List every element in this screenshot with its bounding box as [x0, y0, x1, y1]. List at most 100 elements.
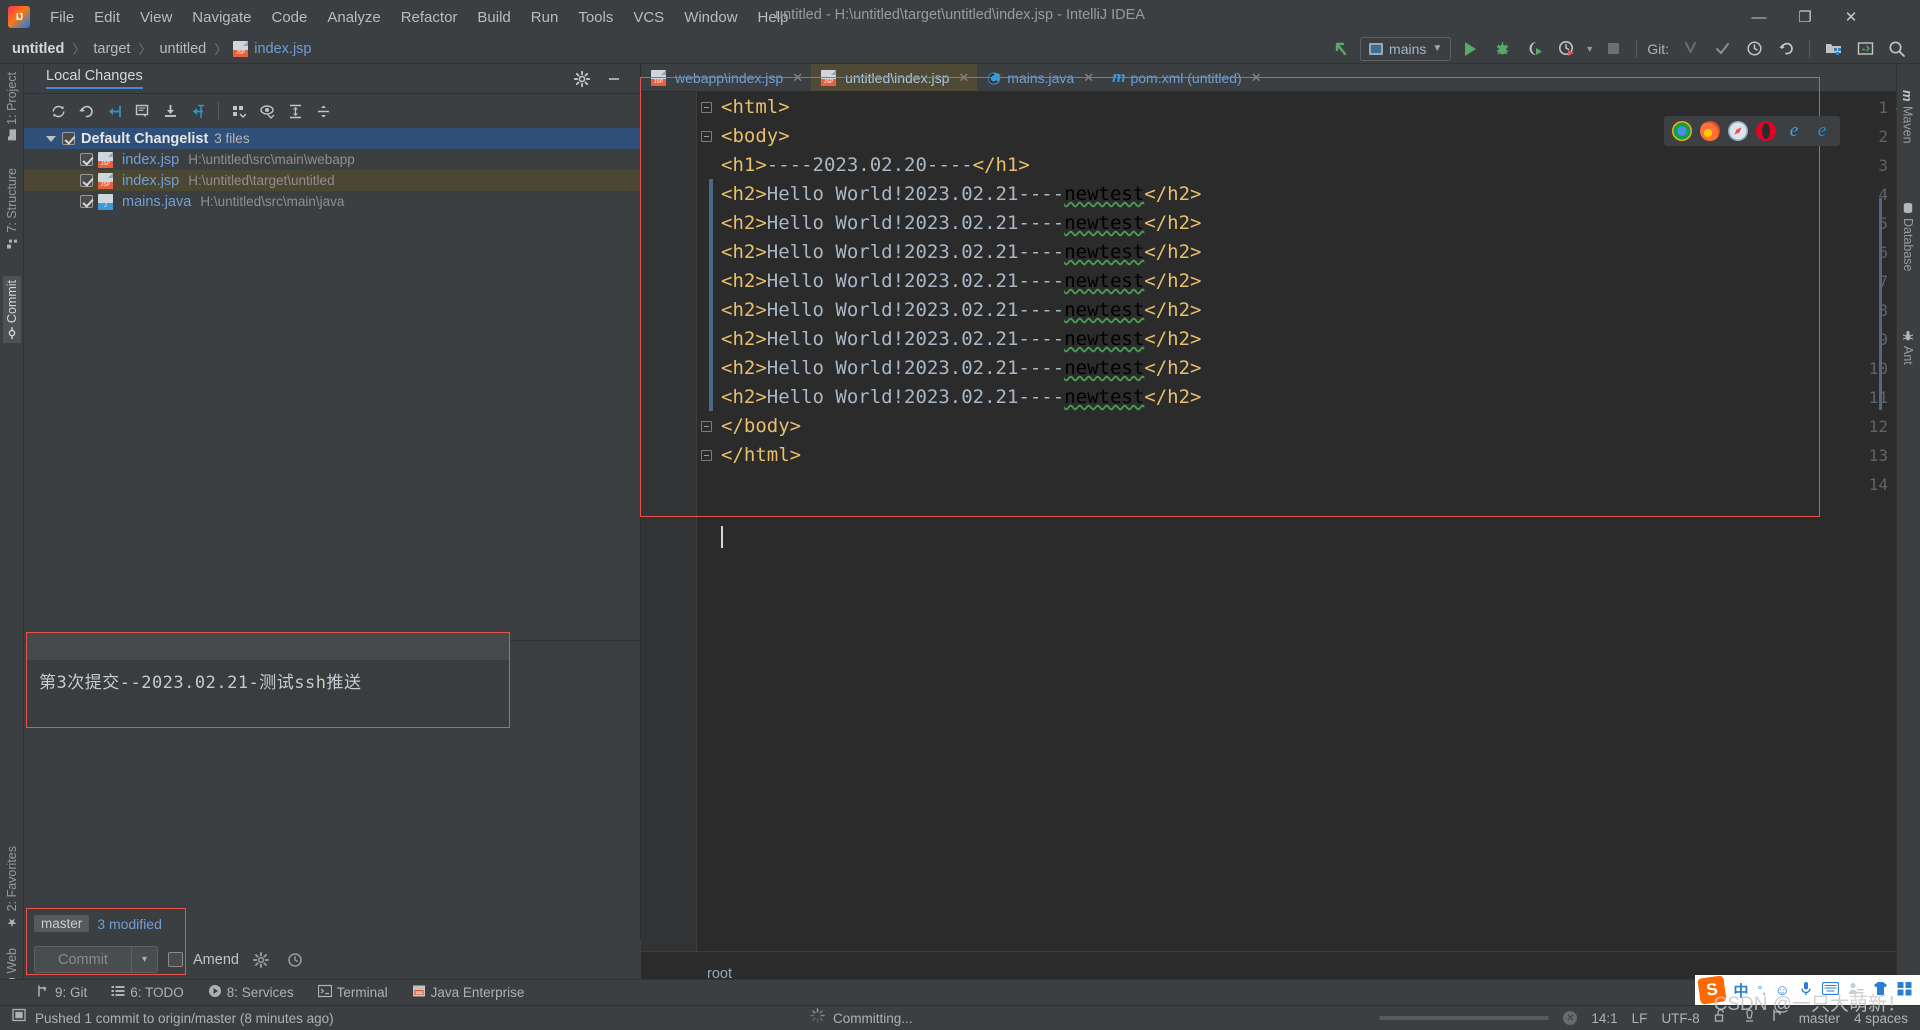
menu-item-view[interactable]: View	[130, 6, 182, 29]
tool-window-button-todo[interactable]: 6: TODO	[99, 984, 196, 1001]
show-diff-icon[interactable]	[130, 99, 154, 123]
inspector-icon[interactable]	[1742, 1008, 1757, 1028]
breadcrumb-item-2[interactable]: untitled	[157, 41, 208, 57]
commit-check-icon[interactable]	[1709, 37, 1735, 61]
run-coverage-icon[interactable]	[1521, 37, 1547, 61]
history-icon[interactable]	[1741, 37, 1767, 61]
chrome-icon[interactable]	[1672, 121, 1692, 141]
menu-item-window[interactable]: Window	[674, 6, 747, 29]
branch-chip[interactable]: master	[34, 915, 90, 932]
punctuation-icon[interactable]: °,	[1758, 983, 1766, 997]
history-icon[interactable]	[283, 948, 307, 972]
file-checkbox[interactable]	[80, 174, 93, 187]
menu-item-navigate[interactable]: Navigate	[182, 6, 261, 29]
tool-window-button-services[interactable]: 8: Services	[196, 984, 306, 1001]
collapse-all-icon[interactable]	[311, 99, 335, 123]
tab-local-changes[interactable]: Local Changes	[46, 68, 143, 89]
breadcrumb-item-1[interactable]: target	[91, 41, 132, 57]
shelve-silently-icon[interactable]	[102, 99, 126, 123]
code-line[interactable]: <h1>----2023.02.20----</h1>	[721, 151, 1030, 180]
gear-icon[interactable]	[570, 67, 594, 91]
event-log-icon[interactable]	[12, 1008, 27, 1028]
code-line[interactable]: <html>	[721, 93, 790, 122]
skin-icon[interactable]	[1873, 981, 1888, 1000]
sidebar-item-structure[interactable]: 7: Structure	[3, 164, 21, 253]
code-line[interactable]: <h2>Hello World!2023.02.21----newtest</h…	[721, 180, 1201, 209]
rollback-icon[interactable]	[1773, 37, 1799, 61]
menu-item-vcs[interactable]: VCS	[623, 6, 674, 29]
sidebar-item-database[interactable]: Database	[1899, 198, 1917, 276]
list-item[interactable]: mains.java H:\untitled\src\main\java	[24, 191, 640, 212]
chevron-down-icon[interactable]	[46, 135, 56, 142]
close-icon[interactable]: ✕	[958, 70, 969, 86]
git-branch-icon[interactable]	[1771, 1008, 1785, 1028]
sidebar-item-ant[interactable]: Ant	[1899, 326, 1917, 369]
refresh-icon[interactable]	[46, 99, 70, 123]
maximize-button[interactable]: ❐	[1782, 0, 1828, 34]
list-item[interactable]: index.jsp H:\untitled\target\untitled	[24, 170, 640, 191]
close-icon[interactable]: ✕	[1251, 70, 1262, 86]
changelist-row[interactable]: Default Changelist 3 files	[24, 128, 640, 149]
fold-marker-icon[interactable]	[701, 421, 712, 432]
code-line[interactable]: <h2>Hello World!2023.02.21----newtest</h…	[721, 325, 1201, 354]
close-icon[interactable]: ✕	[1083, 70, 1094, 86]
shelve-icon[interactable]	[186, 99, 210, 123]
tool-window-button-terminal[interactable]: Terminal	[306, 984, 400, 1001]
current-branch[interactable]: master	[1799, 1011, 1840, 1026]
run-icon[interactable]	[1457, 37, 1483, 61]
search-everywhere-icon[interactable]	[1884, 37, 1910, 61]
sogou-logo-icon[interactable]: S	[1696, 975, 1727, 1005]
fold-marker-icon[interactable]	[701, 131, 712, 142]
cancel-icon[interactable]: ✕	[1563, 1011, 1578, 1025]
menu-item-run[interactable]: Run	[521, 6, 569, 29]
code-editor[interactable]: 1 <html> 2 <body> 3 <h1>----2023.02.20----</h…	[640, 77, 1896, 951]
line-separator[interactable]: LF	[1632, 1011, 1648, 1026]
code-line[interactable]: <h2>Hello World!2023.02.21----newtest</h…	[721, 354, 1201, 383]
breadcrumb-item-0[interactable]: untitled	[10, 41, 66, 57]
run-configuration-selector[interactable]: mains ▼	[1360, 36, 1452, 61]
menu-item-help[interactable]: Help	[748, 6, 799, 29]
file-encoding[interactable]: UTF-8	[1661, 1011, 1699, 1026]
close-icon[interactable]: ✕	[792, 70, 803, 86]
code-line[interactable]: <body>	[721, 122, 790, 151]
code-line[interactable]: <h2>Hello World!2023.02.21----newtest</h…	[721, 267, 1201, 296]
code-line[interactable]: <h2>Hello World!2023.02.21----newtest</h…	[721, 296, 1201, 325]
editor-tab-0[interactable]: webapp\index.jsp ✕	[641, 64, 811, 91]
modified-count[interactable]: 3 modified	[97, 916, 162, 932]
fold-marker-icon[interactable]	[701, 450, 712, 461]
menu-item-refactor[interactable]: Refactor	[391, 6, 468, 29]
get-from-vcs-icon[interactable]	[158, 99, 182, 123]
fold-marker-icon[interactable]	[701, 102, 712, 113]
preview-icon[interactable]	[255, 99, 279, 123]
indent-setting[interactable]: 4 spaces	[1854, 1011, 1908, 1026]
menu-item-code[interactable]: Code	[261, 6, 317, 29]
menu-item-build[interactable]: Build	[467, 6, 520, 29]
code-line[interactable]: <h2>Hello World!2023.02.21----newtest</h…	[721, 238, 1201, 267]
menu-item-file[interactable]: File	[40, 6, 84, 29]
editor-tab-1[interactable]: untitled\index.jsp ✕	[811, 64, 978, 91]
sidebar-item-project[interactable]: 1: Project	[3, 68, 21, 145]
background-task-indicator[interactable]: Committing...	[810, 1008, 913, 1028]
emoji-icon[interactable]: ☺	[1775, 982, 1790, 999]
stop-icon[interactable]	[1600, 37, 1626, 61]
expand-all-icon[interactable]	[283, 99, 307, 123]
editor-tab-2[interactable]: mains.java ✕	[977, 64, 1102, 91]
minimize-icon[interactable]	[602, 67, 626, 91]
microphone-icon[interactable]	[1799, 981, 1813, 1000]
sidebar-item-commit[interactable]: Commit	[3, 276, 21, 344]
code-line[interactable]: </html>	[721, 441, 801, 470]
unlocked-icon[interactable]	[1714, 1008, 1728, 1028]
firefox-icon[interactable]	[1700, 121, 1720, 141]
toolbox-icon[interactable]	[1897, 981, 1912, 1000]
status-message[interactable]: Pushed 1 commit to origin/master (8 minu…	[35, 1011, 334, 1026]
edge-icon[interactable]: e	[1812, 121, 1832, 141]
project-structure-icon[interactable]	[1820, 37, 1846, 61]
back-arrow-icon[interactable]	[1328, 37, 1354, 61]
commit-message-input[interactable]: 第3次提交--2023.02.21-测试ssh推送	[27, 660, 509, 727]
changelist-checkbox[interactable]	[62, 132, 75, 145]
group-by-icon[interactable]	[227, 99, 251, 123]
user-switch-icon[interactable]	[1848, 982, 1864, 999]
chinese-mode-icon[interactable]: 中	[1734, 980, 1749, 1001]
chevron-down-icon[interactable]: ▼	[1585, 44, 1594, 54]
code-line[interactable]: <h2>Hello World!2023.02.21----newtest</h…	[721, 209, 1201, 238]
